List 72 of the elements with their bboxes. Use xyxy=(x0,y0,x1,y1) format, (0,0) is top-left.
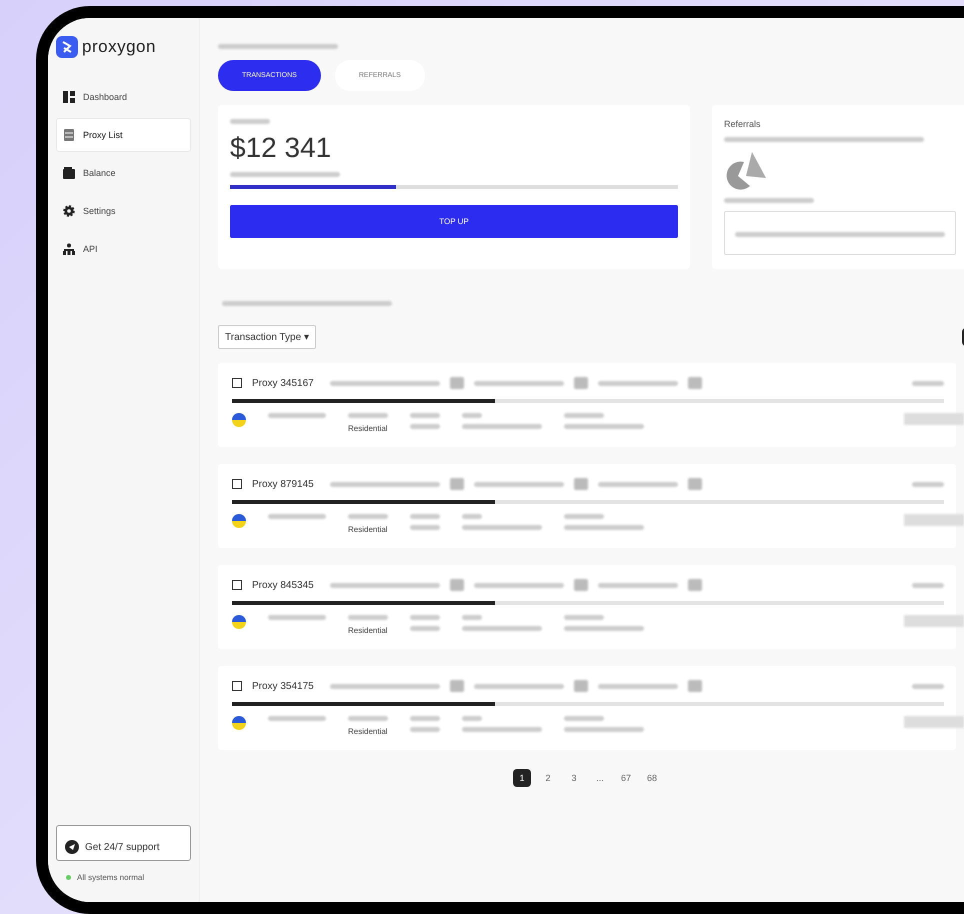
flag-icon xyxy=(232,615,246,629)
blurred-chip-drawing xyxy=(904,514,964,526)
card-title: Referrals xyxy=(724,119,761,129)
logo-icon xyxy=(56,36,78,58)
flag-icon xyxy=(232,716,246,730)
checkbox[interactable] xyxy=(232,580,242,590)
checkbox[interactable] xyxy=(232,479,242,489)
blurred-text-drawing xyxy=(564,615,604,620)
network-type: Residential xyxy=(348,424,388,433)
transaction-type-dropdown[interactable]: Transaction Type ▾ xyxy=(218,325,316,349)
support-button[interactable]: Get 24/7 support xyxy=(56,825,191,861)
blurred-text-drawing xyxy=(348,716,388,721)
flag-icon xyxy=(232,413,246,427)
proxy-name: Proxy 845345 xyxy=(252,580,314,590)
blurred-text-drawing xyxy=(268,615,326,620)
status-text: All systems normal xyxy=(77,873,144,882)
page-button[interactable]: 3 xyxy=(565,769,583,787)
nav-item[interactable]: API xyxy=(56,232,191,266)
checkbox[interactable] xyxy=(232,681,242,691)
blurred-text-drawing xyxy=(564,514,604,519)
blurred-text-drawing xyxy=(410,716,440,721)
status-dot xyxy=(66,875,71,880)
blurred-text-drawing xyxy=(462,615,482,620)
network-type: Residential xyxy=(348,525,388,534)
blurred-text-drawing xyxy=(564,716,604,721)
nav-item[interactable]: Settings xyxy=(56,194,191,228)
blurred-text-drawing xyxy=(348,615,388,620)
wallet-icon xyxy=(63,167,75,179)
blurred-text-drawing xyxy=(462,413,482,418)
proxy-name: Proxy 345167 xyxy=(252,378,314,388)
blurred-chip-drawing xyxy=(904,615,964,627)
grid-icon xyxy=(63,91,75,103)
page-button[interactable]: 1 xyxy=(513,769,531,787)
blurred-text-drawing xyxy=(462,514,482,519)
top-up-button[interactable]: TOP UP xyxy=(230,205,678,238)
blurred-text-drawing xyxy=(462,716,482,721)
logo-text: proxygon xyxy=(82,37,156,57)
page-button[interactable]: 2 xyxy=(539,769,557,787)
blurred-text-drawing xyxy=(410,727,440,732)
proxy-name: Proxy 879145 xyxy=(252,478,314,490)
network-type: Residential xyxy=(348,626,388,635)
blurred-text-drawing xyxy=(564,413,604,418)
network-type: Residential xyxy=(348,727,388,736)
blurred-text-drawing xyxy=(410,514,440,519)
nav-item[interactable]: Proxy List xyxy=(56,118,191,152)
network-icon xyxy=(63,243,75,255)
blurred-text-drawing xyxy=(268,716,326,721)
page-button[interactable]: ... xyxy=(591,769,609,787)
blurred-text-drawing xyxy=(410,413,440,418)
balance-amount: $12 341 xyxy=(230,132,332,164)
blurred-text-drawing xyxy=(268,413,326,418)
blurred-text-drawing xyxy=(410,615,440,620)
nav-item[interactable]: Balance xyxy=(56,156,191,190)
invitation-link-field[interactable] xyxy=(724,211,956,255)
blurred-text-drawing xyxy=(410,424,440,429)
page-button[interactable]: 67 xyxy=(617,769,635,787)
blurred-text-drawing xyxy=(348,413,388,418)
blurred-chip-drawing xyxy=(904,413,964,425)
blurred-text-drawing xyxy=(410,626,440,631)
blurred-text-drawing xyxy=(410,525,440,530)
chat-icon xyxy=(65,840,79,854)
server-icon xyxy=(63,129,75,141)
proxy-name: Proxy 354175 xyxy=(252,680,314,692)
blurred-text-drawing xyxy=(230,119,270,124)
blurred-text-drawing xyxy=(268,514,326,519)
flag-icon xyxy=(232,514,246,528)
blurred-text-drawing xyxy=(348,514,388,519)
gear-icon xyxy=(63,205,75,217)
nav-item[interactable]: Dashboard xyxy=(56,80,191,114)
checkbox[interactable] xyxy=(232,378,242,388)
page-button[interactable]: 68 xyxy=(643,769,661,787)
blurred-chip-drawing xyxy=(904,716,964,728)
